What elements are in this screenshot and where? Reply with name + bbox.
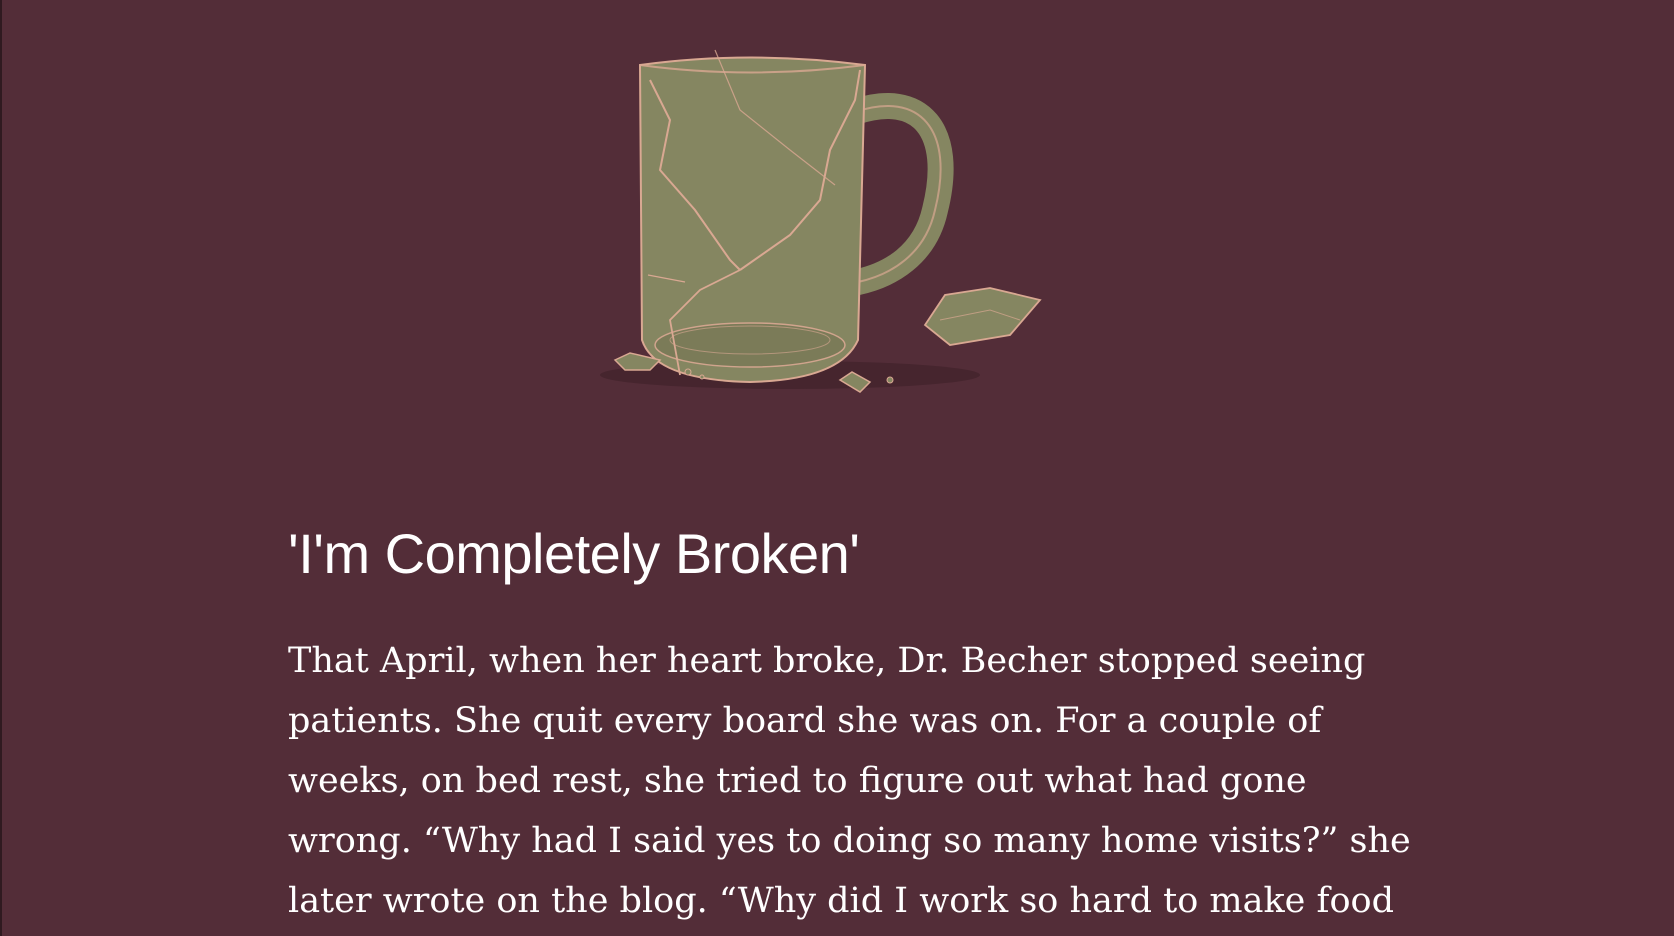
paragraph-line: weeks, on bed rest, she tried to figure … — [288, 761, 1307, 802]
article-page: 'I'm Completely Broken' That April, when… — [0, 0, 1674, 936]
paragraph-line: That April, when her heart broke, Dr. Be… — [288, 641, 1366, 682]
window-edge — [0, 0, 2, 936]
paragraph-line: wrong. “Why had I said yes to doing so m… — [288, 821, 1411, 862]
section-title: 'I'm Completely Broken' — [288, 522, 860, 585]
paragraph-line: later wrote on the blog. “Why did I work… — [288, 881, 1395, 922]
article-paragraph: That April, when her heart broke, Dr. Be… — [288, 631, 1411, 931]
broken-mug-icon — [600, 49, 1042, 393]
paragraph-line: patients. She quit every board she was o… — [288, 701, 1322, 742]
article-section: 'I'm Completely Broken' That April, when… — [288, 520, 1411, 931]
